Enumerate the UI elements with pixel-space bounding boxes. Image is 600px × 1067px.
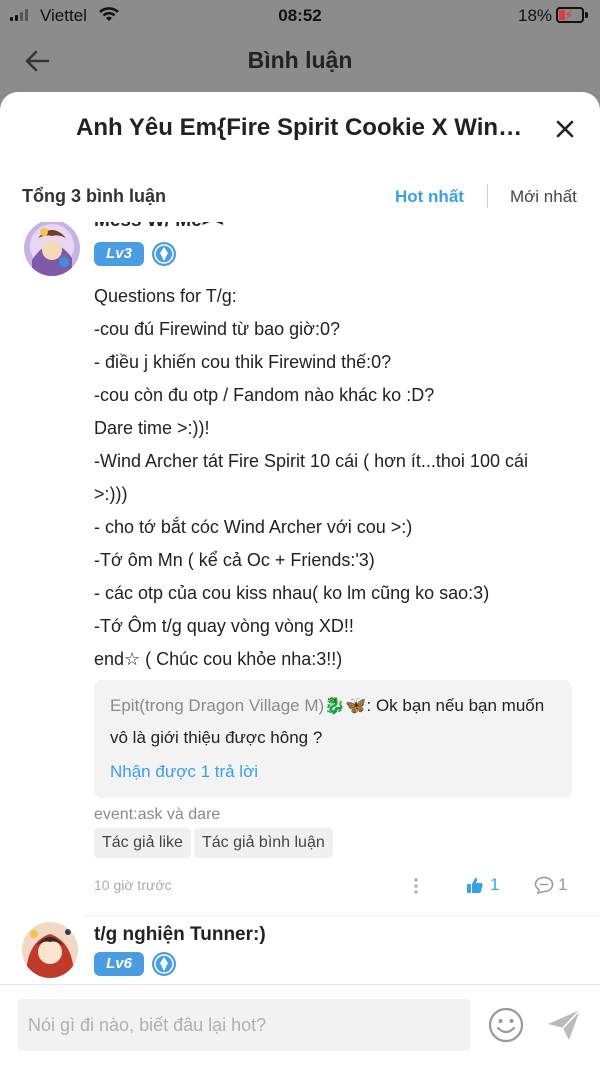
comment-username[interactable]: t/g nghiện Tunner:) <box>94 924 266 946</box>
comment-line: Dare time >:))! <box>94 418 210 438</box>
reply-preview[interactable]: Epit(trong Dragon Village M)🐉🦋: Ok bạn n… <box>94 680 572 798</box>
comment-line: -cou đú Firewind từ bao giờ:0? <box>94 319 340 339</box>
more-options-icon[interactable] <box>412 877 420 895</box>
comment-line: >:))) <box>94 484 128 504</box>
avatar[interactable] <box>22 922 78 978</box>
comment-username[interactable]: Mess W/ Me>< <box>94 222 224 232</box>
comment-line: -Tớ ôm Mn ( kể cả Oc + Friends:'3) <box>94 550 375 570</box>
sort-hot-tab[interactable]: Hot nhất <box>395 187 464 207</box>
view-replies-link[interactable]: Nhận được 1 trả lời <box>110 762 258 782</box>
comment-time: 10 giờ trước <box>94 877 172 893</box>
comment-input[interactable]: Nói gì đi nào, biết đâu lại hot? <box>18 999 470 1051</box>
level-badge: Lv3 <box>94 242 144 266</box>
comment-line: -cou còn đu otp / Fandom nào khác ko :D? <box>94 385 435 405</box>
send-icon[interactable] <box>545 1007 583 1043</box>
battery-charging-icon: ⚡ <box>556 7 584 23</box>
comment-line: -Wind Archer tát Fire Spirit 10 cái ( hơ… <box>94 451 528 471</box>
comments-sheet: Anh Yêu Em{Fire Spirit Cookie X Wind Arc… <box>0 92 600 1067</box>
app-header: Bình luận <box>0 32 600 92</box>
shield-icon <box>152 242 176 266</box>
like-button[interactable]: 1 <box>466 875 499 895</box>
avatar[interactable] <box>24 222 80 276</box>
comment-list[interactable]: Mess W/ Me>< Lv3 Questions for T/g: -cou… <box>0 222 600 984</box>
divider <box>84 915 600 916</box>
comment-line: - điều j khiến cou thik Firewind thế:0? <box>94 352 392 372</box>
close-icon[interactable] <box>552 116 578 142</box>
author-comment-tag: Tác giả bình luận <box>194 828 333 858</box>
sort-divider <box>487 184 488 208</box>
comments-toolbar: Tổng 3 bình luận Hot nhất Mới nhất <box>0 174 600 218</box>
status-bar: Viettel 08:52 18% ⚡ <box>0 0 600 32</box>
sheet-title: Anh Yêu Em{Fire Spirit Cookie X Wind Arc… <box>76 114 536 141</box>
like-count: 1 <box>490 875 500 894</box>
comment-count: Tổng 3 bình luận <box>22 186 166 206</box>
comment-bubble-icon <box>534 876 554 894</box>
reply-text: Epit(trong Dragon Village M)🐉🦋: Ok bạn n… <box>110 690 560 754</box>
sort-new-tab[interactable]: Mới nhất <box>510 187 577 207</box>
page-title: Bình luận <box>247 47 353 73</box>
comment-line: Questions for T/g: <box>94 286 237 306</box>
reply-count: 1 <box>558 875 568 894</box>
author-like-tag: Tác giả like <box>94 828 191 858</box>
reply-author[interactable]: Epit(trong Dragon Village M)🐉🦋 <box>110 696 367 715</box>
thumbs-up-icon <box>467 877 483 893</box>
smiley-icon[interactable] <box>488 1007 524 1043</box>
battery-tip <box>585 12 588 18</box>
reply-count-button[interactable]: 1 <box>534 875 567 895</box>
comment-body: Questions for T/g: -cou đú Firewind từ b… <box>94 280 574 676</box>
comment-item: Mess W/ Me>< Lv3 Questions for T/g: -cou… <box>0 222 600 922</box>
level-badge: Lv6 <box>94 952 144 976</box>
shield-icon <box>152 952 176 976</box>
comment-item: t/g nghiện Tunner:) Lv6 <box>0 922 600 984</box>
comment-line: - cho tớ bắt cóc Wind Archer với cou >:) <box>94 517 413 537</box>
comment-line: - các otp của cou kiss nhau( ko lm cũng … <box>94 583 490 603</box>
battery-percent: 18% <box>518 6 553 25</box>
clock: 08:52 <box>278 6 322 25</box>
comment-line: -Tớ Ôm t/g quay vòng vòng XD!! <box>94 616 354 636</box>
comment-line: end☆ ( Chúc cou khỏe nha:3!!) <box>94 649 343 669</box>
event-tag[interactable]: event:ask và dare <box>94 806 220 824</box>
comment-input-bar: Nói gì đi nào, biết đâu lại hot? <box>0 984 600 1067</box>
